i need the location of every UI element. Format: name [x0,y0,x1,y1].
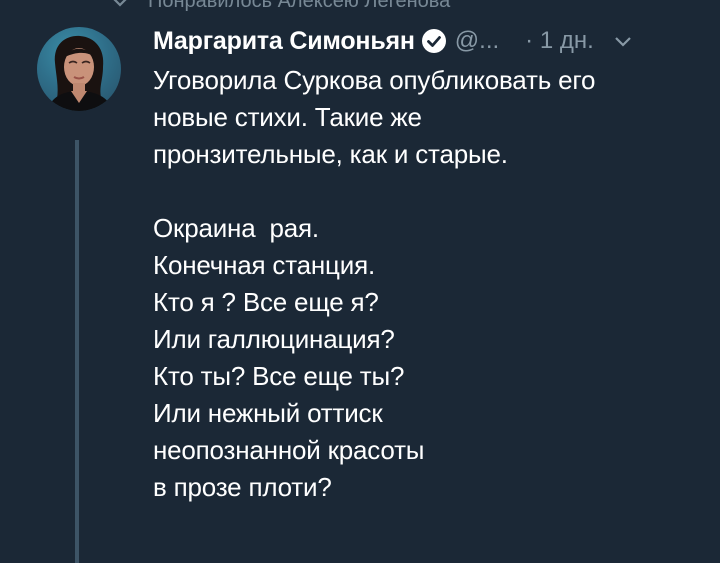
avatar[interactable] [37,27,121,111]
social-context: Понравилось Алексею Легенова [110,0,450,13]
author-name[interactable]: Маргарита Симоньян [153,27,415,56]
tweet-header: Маргарита Симоньян @... · 1 дн. [153,26,634,56]
poem-line: Конечная станция. [153,250,375,280]
tweet-line: новые стихи. Такие же [153,102,422,132]
chevron-icon [113,0,127,7]
author-handle[interactable]: @... [455,27,499,55]
avatar-photo [47,35,113,111]
tweet-text: Уговорила Суркова опубликовать его новые… [153,62,713,506]
tweet-line: пронзительные, как и старые. [153,139,508,169]
poem-line: Или галлюцинация? [153,324,395,354]
chevron-down-icon[interactable] [612,30,634,52]
verified-badge-icon [421,29,446,53]
tweet-line: Уговорила Суркова опубликовать его [153,65,596,95]
poem-line: неопознанной красоты [153,435,425,465]
social-context-text: Понравилось Алексею Легенова [148,0,451,12]
poem-line: в прозе плоти? [153,472,332,502]
poem-line: Кто ты? Все еще ты? [153,361,405,391]
poem-line: Кто я ? Все еще я? [153,287,379,317]
thread-line [75,140,79,563]
poem-line: Или нежный оттиск [153,398,383,428]
tweet-timestamp[interactable]: · 1 дн. [525,27,594,55]
poem-line: Окраина рая. [153,213,319,243]
